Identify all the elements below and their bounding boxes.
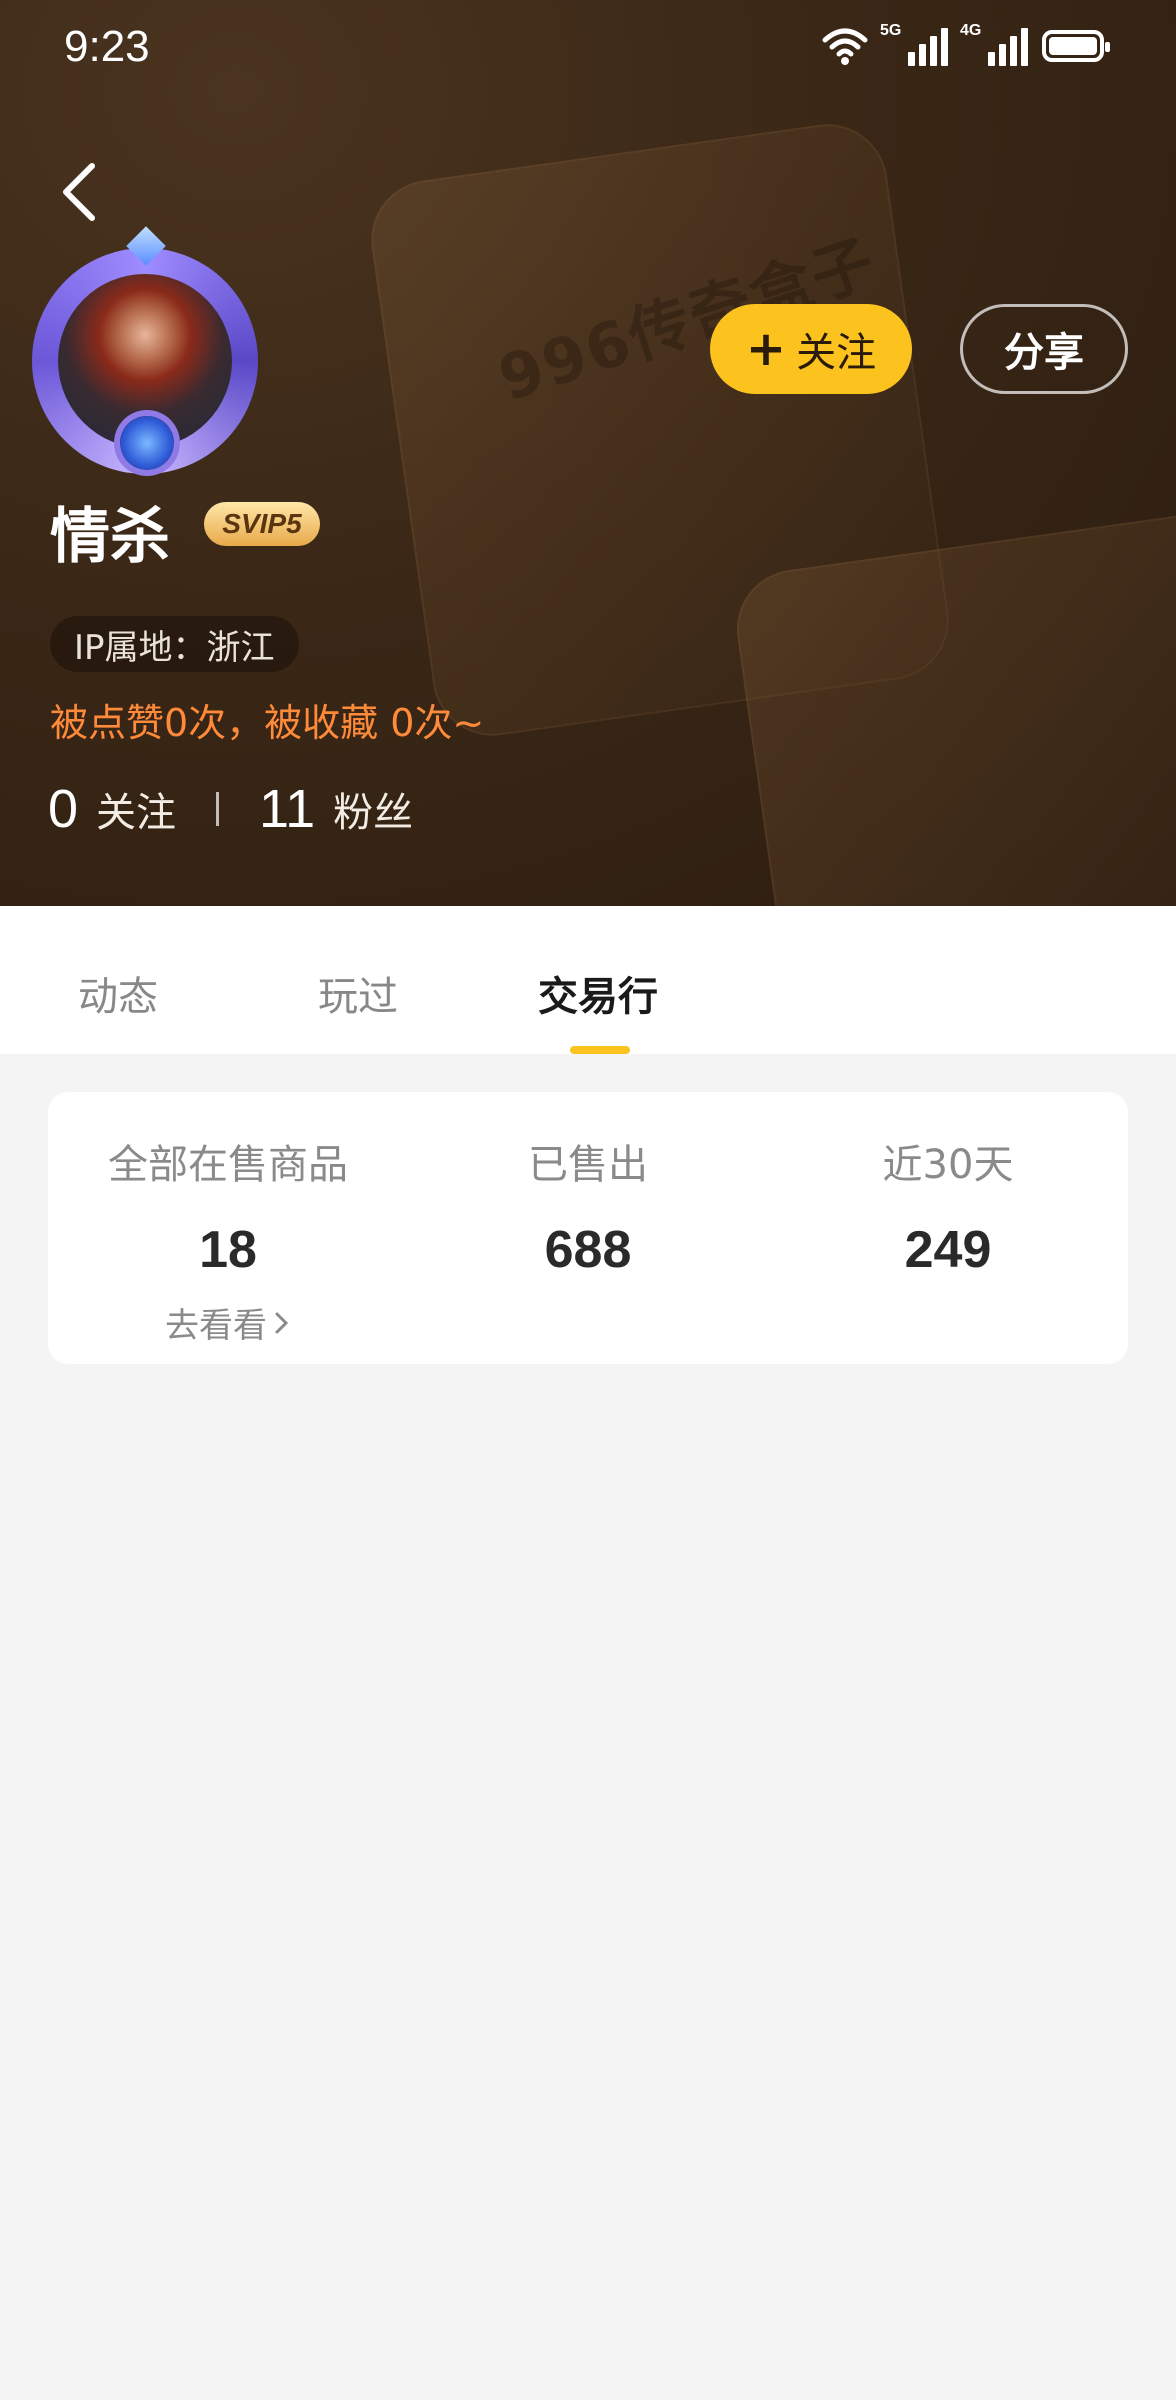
back-arrow-icon[interactable] (50, 152, 110, 232)
sold-title: 已售出 (528, 1142, 648, 1188)
active-tab-indicator (570, 1046, 630, 1054)
followers-label[interactable]: 粉丝 (333, 780, 413, 838)
wifi-icon (822, 28, 868, 65)
follow-button-label: 关注 (796, 330, 877, 376)
follow-button[interactable]: + 关注 (710, 304, 912, 394)
view-items-label: 去看看 (165, 1306, 267, 1346)
last-30-days-title: 近30天 (882, 1142, 1014, 1188)
followers-count[interactable]: 11 (259, 778, 315, 840)
last-30-days-value: 249 (904, 1221, 992, 1279)
on-sale-value: 18 (199, 1221, 257, 1279)
share-button[interactable]: 分享 (960, 304, 1128, 394)
trade-summary-card: 全部在售商品 18 去看看 已售出 688 近30天 249 (48, 1092, 1128, 1364)
status-bar: 9:23 5G 4G (0, 0, 1176, 100)
profile-header: 996传奇盒子 9:23 5G 4G + 关注 分享 情杀 SVIP5 IP属地… (0, 0, 1176, 906)
status-icons: 5G 4G (822, 22, 1110, 66)
status-time: 9:23 (64, 22, 150, 71)
on-sale-title: 全部在售商品 (108, 1142, 348, 1188)
following-label[interactable]: 关注 (96, 780, 176, 838)
on-sale-stat[interactable]: 全部在售商品 18 去看看 (48, 1092, 408, 1347)
battery-icon (1042, 30, 1110, 62)
tab-trade[interactable]: 交易行 (538, 964, 658, 1022)
tab-played[interactable]: 玩过 (318, 964, 398, 1022)
view-items-link[interactable]: 去看看 (48, 1298, 408, 1347)
last-30-days-stat: 近30天 249 (768, 1092, 1128, 1280)
signal-5g-icon: 5G (880, 22, 948, 66)
following-count[interactable]: 0 (48, 778, 78, 840)
follow-stats: 0 关注 11 粉丝 (48, 778, 413, 840)
tab-activity[interactable]: 动态 (78, 964, 158, 1022)
avatar[interactable] (24, 226, 270, 478)
plus-icon: + (745, 321, 787, 377)
likes-summary: 被点赞0次，被收藏 0次~ (50, 701, 485, 745)
stats-divider (216, 792, 220, 826)
avatar-frame-gem (120, 416, 174, 470)
username: 情杀 (50, 502, 170, 572)
sold-stat: 已售出 688 (408, 1092, 768, 1280)
sold-value: 688 (544, 1221, 632, 1279)
ip-location-tag: IP属地：浙江 (50, 616, 299, 672)
profile-tabs: 动态 玩过 交易行 (0, 906, 1176, 1054)
signal-4g-icon: 4G (960, 22, 1028, 66)
vip-badge[interactable]: SVIP5 (204, 502, 320, 546)
chevron-right-icon (275, 1312, 289, 1333)
